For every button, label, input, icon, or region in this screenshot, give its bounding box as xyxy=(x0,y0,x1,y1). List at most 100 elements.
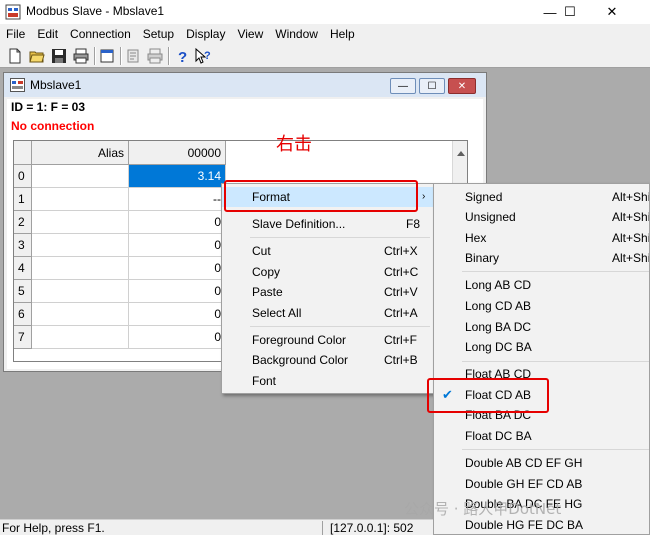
submenu-item-label: Unsigned xyxy=(465,210,516,224)
menu-item-cut[interactable]: Cut Ctrl+X xyxy=(222,241,433,261)
menu-item-foreground-color[interactable]: Foreground Color Ctrl+F xyxy=(222,330,433,350)
menu-item-slave-definition[interactable]: Slave Definition... F8 xyxy=(222,214,433,234)
menu-item-label: Background Color xyxy=(252,353,349,367)
submenu-item-long-dc-ba[interactable]: Long DC BA xyxy=(434,337,649,357)
status-divider xyxy=(322,521,323,535)
format-highlight-box xyxy=(224,180,418,212)
child-maximize-button[interactable]: ☐ xyxy=(419,78,445,94)
value-cell[interactable]: -- xyxy=(129,188,226,211)
column-header-alias[interactable]: Alias xyxy=(32,141,129,165)
value-cell[interactable]: 0 xyxy=(129,234,226,257)
menu-item-background-color[interactable]: Background Color Ctrl+B xyxy=(222,350,433,370)
row-header: 5 xyxy=(14,280,32,303)
menu-separator xyxy=(250,237,430,238)
status-address: [127.0.0.1]: 502 xyxy=(330,521,414,535)
row-header: 6 xyxy=(14,303,32,326)
menu-item-shortcut: Ctrl+X xyxy=(384,244,418,258)
slave-id-info: ID = 1: F = 03 xyxy=(11,100,86,114)
submenu-item-shortcut: Alt+Shi xyxy=(612,251,650,265)
menu-edit[interactable]: Edit xyxy=(31,24,64,44)
value-cell[interactable]: 0 xyxy=(129,280,226,303)
open-icon[interactable] xyxy=(28,47,46,65)
child-minimize-button[interactable]: — xyxy=(390,78,416,94)
value-cell[interactable]: 3.14 xyxy=(129,165,226,188)
menu-file[interactable]: File xyxy=(0,24,31,44)
alias-cell[interactable] xyxy=(32,303,129,326)
alias-cell[interactable] xyxy=(32,211,129,234)
submenu-item-float-dc-ba[interactable]: Float DC BA xyxy=(434,426,649,446)
value-cell[interactable]: 0 xyxy=(129,303,226,326)
toolbar-separator xyxy=(94,47,96,65)
submenu-item-long-ba-dc[interactable]: Long BA DC xyxy=(434,317,649,337)
alias-cell[interactable] xyxy=(32,280,129,303)
context-help-icon[interactable]: ? xyxy=(194,47,212,65)
new-icon[interactable] xyxy=(6,47,24,65)
format-submenu: Signed Alt+Shi Unsigned Alt+Shi Hex Alt+… xyxy=(433,183,650,535)
alias-cell[interactable] xyxy=(32,257,129,280)
menu-connection[interactable]: Connection xyxy=(64,24,137,44)
menu-display[interactable]: Display xyxy=(180,24,231,44)
status-help-text: For Help, press F1. xyxy=(2,521,105,535)
menu-item-font[interactable]: Font xyxy=(222,371,433,391)
maximize-button[interactable]: ☐ xyxy=(550,0,590,24)
submenu-item-unsigned[interactable]: Unsigned Alt+Shi xyxy=(434,207,650,227)
menu-item-select-all[interactable]: Select All Ctrl+A xyxy=(222,303,433,323)
print-icon[interactable] xyxy=(72,47,90,65)
grid-corner xyxy=(14,141,32,165)
column-header-00000[interactable]: 00000 xyxy=(129,141,226,165)
value-cell[interactable]: 0 xyxy=(129,257,226,280)
status-bar: For Help, press F1. [127.0.0.1]: 502 xyxy=(0,519,433,535)
slave-def-icon[interactable] xyxy=(124,47,142,65)
submenu-item-label: Long CD AB xyxy=(465,299,532,313)
connection-status: No connection xyxy=(11,119,95,133)
menu-item-shortcut: Ctrl+F xyxy=(384,333,417,347)
save-icon[interactable] xyxy=(50,47,68,65)
menu-help[interactable]: Help xyxy=(324,24,361,44)
alias-cell[interactable] xyxy=(32,326,129,349)
scroll-up-icon[interactable] xyxy=(456,149,466,157)
menu-item-shortcut: F8 xyxy=(406,217,421,231)
submenu-item-binary[interactable]: Binary Alt+Shi xyxy=(434,248,650,268)
menu-view[interactable]: View xyxy=(231,24,269,44)
alias-cell[interactable] xyxy=(32,234,129,257)
row-header: 1 xyxy=(14,188,32,211)
submenu-item-label: Float DC BA xyxy=(465,429,532,443)
submenu-item-hex[interactable]: Hex Alt+Shi xyxy=(434,228,649,248)
toolbar-separator xyxy=(120,47,122,65)
submenu-item-label: Hex xyxy=(465,231,487,245)
menu-bar: File Edit Connection Setup Display View … xyxy=(0,24,650,44)
submenu-item-long-cd-ab[interactable]: Long CD AB xyxy=(434,296,649,316)
slave-window-icon xyxy=(10,78,25,92)
context-menu: Format › Slave Definition... F8 Cut Ctrl… xyxy=(221,183,434,394)
submenu-item-long-ab-cd[interactable]: Long AB CD xyxy=(434,275,649,295)
modbus-app-icon xyxy=(5,4,21,20)
menu-item-label: Select All xyxy=(252,306,302,320)
watermark: 公众号 · 路人甲DotNet xyxy=(404,500,562,518)
menu-item-copy[interactable]: Copy Ctrl+C xyxy=(222,262,433,282)
menu-item-shortcut: Ctrl+C xyxy=(384,265,419,279)
child-close-button[interactable]: ✕ xyxy=(448,78,476,94)
submenu-item-double-ab-cd-ef-gh[interactable]: Double AB CD EF GH xyxy=(434,453,649,473)
menu-item-shortcut: Ctrl+V xyxy=(384,285,418,299)
print-preview-icon[interactable] xyxy=(146,47,164,65)
submenu-item-signed[interactable]: Signed Alt+Shi xyxy=(434,187,650,207)
menu-separator xyxy=(250,326,430,327)
menu-separator xyxy=(462,361,649,362)
close-button[interactable]: ✕ xyxy=(592,0,632,24)
menu-setup[interactable]: Setup xyxy=(137,24,180,44)
help-icon[interactable]: ? xyxy=(173,47,191,65)
alias-cell[interactable] xyxy=(32,165,129,188)
window-icon[interactable] xyxy=(98,47,116,65)
menu-window[interactable]: Window xyxy=(269,24,324,44)
submenu-item-shortcut: Alt+Shi xyxy=(612,210,650,224)
value-cell[interactable]: 0 xyxy=(129,211,226,234)
submenu-item-double-gh-ef-cd-ab[interactable]: Double GH EF CD AB xyxy=(434,474,649,494)
value-cell[interactable]: 0 xyxy=(129,326,226,349)
submenu-item-shortcut: Alt+Shi xyxy=(612,190,650,204)
menu-item-paste[interactable]: Paste Ctrl+V xyxy=(222,282,433,302)
toolbar-separator xyxy=(168,47,170,65)
alias-cell[interactable] xyxy=(32,188,129,211)
row-header: 3 xyxy=(14,234,32,257)
submenu-item-label: Signed xyxy=(465,190,503,204)
submenu-item-label: Long AB CD xyxy=(465,278,532,292)
